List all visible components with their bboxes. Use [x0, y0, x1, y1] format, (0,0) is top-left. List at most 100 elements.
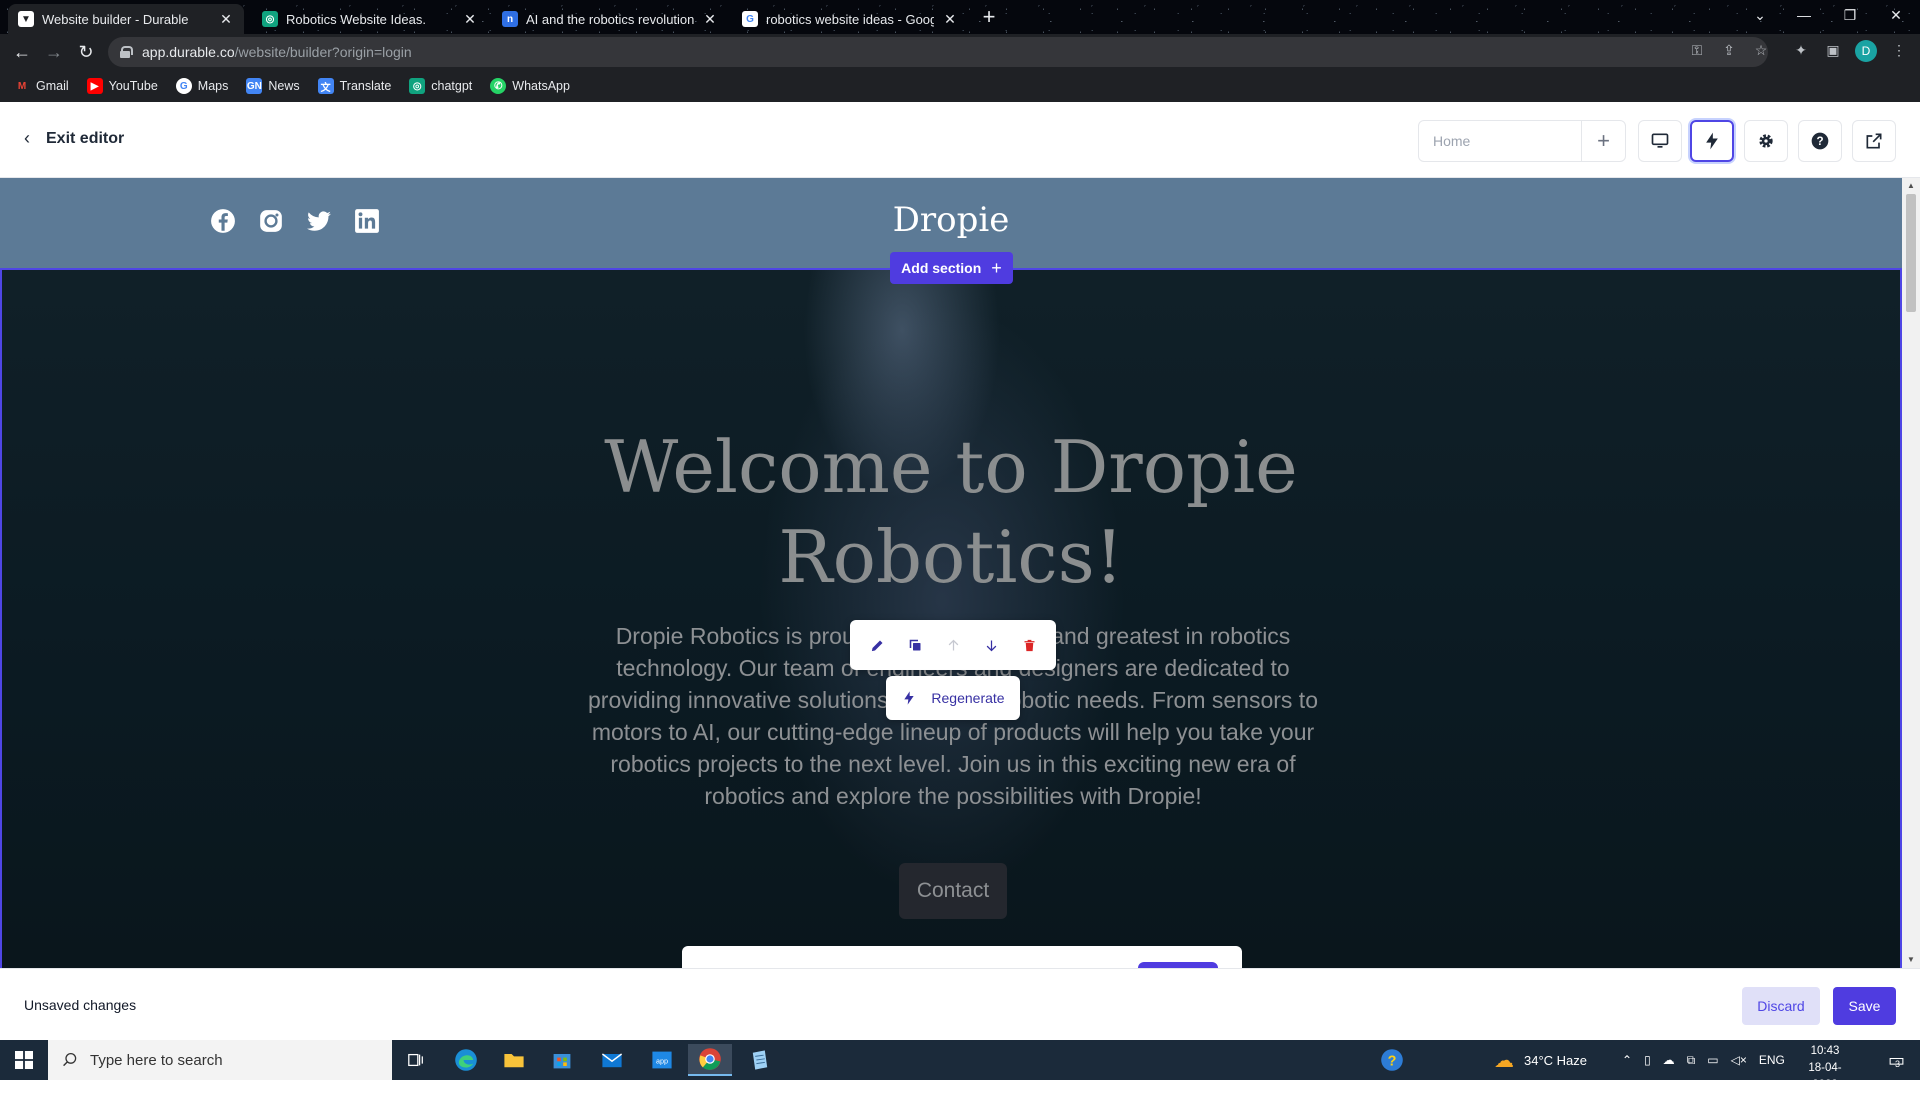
extensions-icon[interactable]: ✦	[1788, 37, 1814, 63]
clock[interactable]: 10:43 18-04-2023	[1796, 1043, 1854, 1094]
avatar[interactable]: D	[1855, 40, 1877, 62]
page-select-value: Home	[1433, 133, 1471, 149]
notepad-icon[interactable]	[738, 1044, 782, 1076]
google-icon: G	[175, 78, 192, 94]
volume-icon[interactable]: ◁×	[1731, 1053, 1747, 1067]
close-icon[interactable]: ✕	[942, 11, 958, 28]
desktop-preview-button[interactable]	[1638, 120, 1682, 162]
bookmark-gmail[interactable]: M Gmail	[14, 78, 69, 94]
scroll-down-icon[interactable]: ▼	[1902, 952, 1920, 968]
store-icon[interactable]	[540, 1044, 584, 1076]
move-down-button[interactable]	[977, 631, 1005, 659]
back-icon[interactable]: ←	[8, 38, 36, 66]
editor-topbar: ‹ Exit editor Home + ?	[0, 102, 1920, 178]
minimize-button[interactable]: —	[1784, 0, 1824, 30]
language-indicator[interactable]: ENG	[1759, 1053, 1785, 1067]
svg-text:app: app	[656, 1057, 668, 1066]
file-explorer-icon[interactable]	[492, 1044, 536, 1076]
browser-titlebar: ▼ Website builder - Durable ✕ ◎ Robotics…	[0, 0, 1920, 34]
close-icon[interactable]: ✕	[218, 11, 234, 28]
clock-date: 18-04-2023	[1808, 1062, 1842, 1091]
chatgpt-icon: ◎	[262, 11, 278, 27]
page-select[interactable]: Home +	[1418, 120, 1626, 162]
taskbar-search[interactable]: Type here to search	[48, 1040, 392, 1080]
plus-icon: +	[991, 257, 1002, 278]
restore-button[interactable]: ❐	[1830, 0, 1870, 30]
display-icon[interactable]: ⧉	[1687, 1053, 1696, 1068]
settings-button[interactable]	[1744, 120, 1788, 162]
tab-search-icon[interactable]: ⌄	[1740, 0, 1780, 30]
key-icon[interactable]: ⚿	[1684, 37, 1710, 63]
save-bar: Unsaved changes Discard Save	[0, 968, 1920, 1040]
menu-icon[interactable]: ⋮	[1886, 37, 1912, 63]
address-bar[interactable]: app.durable.co/website/builder?origin=lo…	[108, 37, 1768, 67]
help-icon[interactable]: ?	[1370, 1044, 1414, 1076]
scroll-up-icon[interactable]: ▲	[1902, 178, 1920, 194]
canvas-scrollbar[interactable]: ▲ ▼	[1902, 178, 1920, 968]
tab-robotics-ideas[interactable]: ◎ Robotics Website Ideas. ✕	[252, 4, 488, 34]
site-brand[interactable]: Dropie	[0, 200, 1902, 240]
clock-time: 10:43	[1810, 1045, 1840, 1057]
bookmark-news[interactable]: GN News	[246, 78, 300, 94]
side-panel-icon[interactable]: ▣	[1820, 37, 1846, 63]
new-tab-button[interactable]: +	[976, 4, 1002, 30]
move-up-button[interactable]	[939, 631, 967, 659]
tab-website-builder[interactable]: ▼ Website builder - Durable ✕	[8, 4, 244, 34]
cloud-icon[interactable]: ☁	[1663, 1053, 1675, 1067]
app-icon[interactable]: app	[640, 1044, 684, 1076]
forward-icon[interactable]: →	[40, 38, 68, 66]
edit-button[interactable]	[863, 631, 891, 659]
bookmark-label: News	[268, 79, 300, 93]
regenerate-button[interactable]: Regenerate	[886, 676, 1020, 720]
edge-icon[interactable]	[444, 1044, 488, 1076]
add-section-button[interactable]: Add section +	[890, 252, 1013, 284]
delete-button[interactable]	[1015, 631, 1043, 659]
chevron-left-icon: ‹	[24, 128, 30, 148]
start-button[interactable]	[0, 1040, 48, 1080]
tab-google-search[interactable]: G robotics website ideas - Google ✕	[732, 4, 968, 34]
bookmark-chatgpt[interactable]: ◎ chatgpt	[409, 78, 472, 94]
tab-title: robotics website ideas - Google	[766, 11, 934, 27]
close-icon[interactable]: ✕	[702, 11, 718, 28]
bookmark-translate[interactable]: 文 Translate	[317, 78, 391, 94]
add-page-button[interactable]: +	[1581, 121, 1625, 161]
save-button[interactable]: Save	[1833, 987, 1896, 1025]
weather-text: 34°C Haze	[1524, 1052, 1588, 1068]
hero-title[interactable]: Welcome to Dropie Robotics!	[2, 422, 1900, 602]
bookmark-label: chatgpt	[431, 79, 473, 93]
bookmarks-bar: M Gmail ▶ YouTube G Maps GN News 文 Translate …	[0, 70, 1920, 102]
tab-title: Robotics Website Ideas.	[286, 11, 426, 27]
open-site-button[interactable]	[1852, 120, 1896, 162]
tab-ai-robotics[interactable]: n AI and the robotics revolution W ✕	[492, 4, 728, 34]
weather-widget[interactable]: ☁ 34°C Haze	[1494, 1040, 1587, 1080]
bookmark-label: Gmail	[36, 79, 69, 93]
share-icon[interactable]: ⇪	[1716, 37, 1742, 63]
block-toolbar	[850, 620, 1056, 670]
mail-icon[interactable]	[590, 1044, 634, 1076]
star-icon[interactable]: ☆	[1748, 37, 1774, 63]
task-view-icon[interactable]	[394, 1044, 438, 1076]
hero-section[interactable]: Welcome to Dropie Robotics! Dropie Robot…	[0, 268, 1902, 968]
ai-tools-button[interactable]	[1690, 120, 1734, 162]
notifications-button[interactable]: ▭ 3	[1874, 1040, 1914, 1080]
chrome-icon[interactable]	[688, 1044, 732, 1076]
bookmark-maps[interactable]: G Maps	[175, 78, 229, 94]
close-icon[interactable]: ✕	[462, 11, 478, 28]
reload-icon[interactable]: ↻	[72, 38, 100, 66]
contact-button[interactable]: Contact	[899, 863, 1007, 919]
bookmark-label: Maps	[197, 79, 229, 93]
bookmark-whatsapp[interactable]: ✆ WhatsApp	[490, 78, 570, 94]
windows-icon	[15, 1051, 33, 1069]
add-section-label: Add section	[901, 260, 982, 276]
chevron-up-icon[interactable]: ⌃	[1622, 1053, 1632, 1067]
bookmark-youtube[interactable]: ▶ YouTube	[86, 78, 158, 94]
duplicate-button[interactable]	[901, 631, 929, 659]
hero-title-line: Welcome to Dropie	[604, 425, 1298, 509]
device-icon[interactable]: ▯	[1644, 1053, 1651, 1067]
network-icon[interactable]: ▭	[1707, 1053, 1718, 1067]
discard-button[interactable]: Discard	[1742, 987, 1820, 1025]
scrollbar-thumb[interactable]	[1906, 194, 1916, 312]
help-button[interactable]: ?	[1798, 120, 1842, 162]
exit-editor-button[interactable]: ‹ Exit editor	[24, 128, 124, 149]
close-window-button[interactable]: ✕	[1876, 0, 1916, 30]
